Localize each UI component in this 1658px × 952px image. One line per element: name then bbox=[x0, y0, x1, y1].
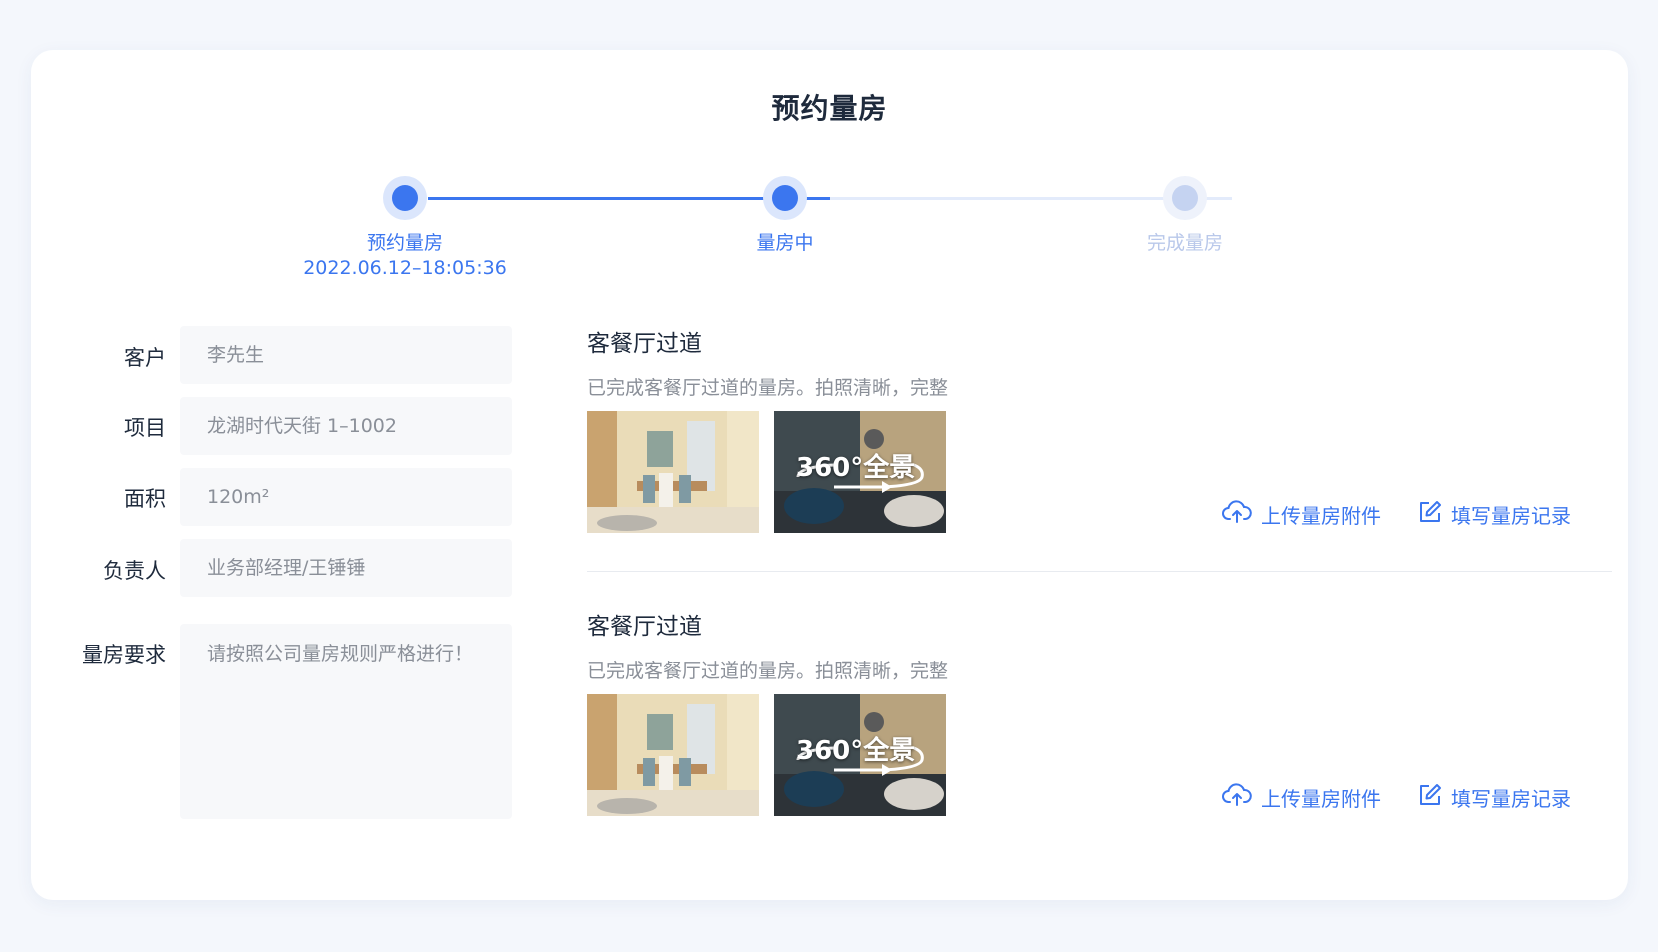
upload-attachment-label: 上传量房附件 bbox=[1261, 504, 1381, 528]
owner-label: 负责人 bbox=[103, 559, 166, 583]
step-1-time: 2022.06.12–18:05:36 bbox=[303, 257, 507, 279]
record-title: 客餐厅过道 bbox=[587, 331, 702, 357]
upload-attachment-button[interactable]: 上传量房附件 bbox=[1222, 500, 1381, 529]
step-1-label: 预约量房 bbox=[366, 232, 443, 254]
panorama-label: 360°全景 bbox=[796, 736, 916, 766]
record-title: 客餐厅过道 bbox=[587, 614, 702, 640]
area-field[interactable]: 120m² bbox=[180, 468, 512, 526]
panorama-label: 360°全景 bbox=[796, 453, 916, 483]
cloud-upload-icon bbox=[1222, 500, 1261, 529]
fill-record-button[interactable]: 填写量房记录 bbox=[1418, 500, 1571, 529]
area-label: 面积 bbox=[124, 487, 166, 511]
project-field[interactable]: 龙湖时代天街 1–1002 bbox=[180, 397, 512, 455]
upload-attachment-label: 上传量房附件 bbox=[1261, 787, 1381, 811]
edit-icon bbox=[1418, 783, 1451, 812]
record-description: 已完成客餐厅过道的量房。拍照清晰，完整 bbox=[587, 660, 949, 682]
record-description: 已完成客餐厅过道的量房。拍照清晰，完整 bbox=[587, 377, 949, 399]
owner-field[interactable]: 业务部经理/王锤锤 bbox=[180, 539, 512, 597]
step-2-label: 量房中 bbox=[756, 232, 814, 254]
fill-record-label: 填写量房记录 bbox=[1451, 504, 1571, 528]
project-label: 项目 bbox=[124, 416, 166, 440]
panorama-360-thumbnail[interactable]: 360°全景 bbox=[774, 411, 946, 533]
customer-field[interactable]: 李先生 bbox=[180, 326, 512, 384]
edit-icon bbox=[1418, 500, 1451, 529]
customer-label: 客户 bbox=[124, 346, 166, 370]
fill-record-button[interactable]: 填写量房记录 bbox=[1418, 783, 1571, 812]
record-divider bbox=[587, 571, 1612, 572]
fill-record-label: 填写量房记录 bbox=[1451, 787, 1571, 811]
panorama-360-thumbnail[interactable]: 360°全景 bbox=[774, 694, 946, 816]
step-3-dot bbox=[1163, 176, 1207, 220]
room-photo-thumbnail[interactable] bbox=[587, 694, 759, 816]
upload-attachment-button[interactable]: 上传量房附件 bbox=[1222, 783, 1381, 812]
requirement-textarea[interactable]: 请按照公司量房规则严格进行！ bbox=[180, 624, 512, 819]
step-2-dot bbox=[763, 176, 807, 220]
step-3-label: 完成量房 bbox=[1146, 232, 1223, 254]
room-photo-thumbnail[interactable] bbox=[587, 411, 759, 533]
step-1-dot bbox=[383, 176, 427, 220]
requirement-label: 量房要求 bbox=[82, 643, 166, 667]
measure-card: 预约量房 预约量房 2022.06.12–18:05:36 量房中 完成量房 客… bbox=[31, 50, 1628, 900]
page-title: 预约量房 bbox=[771, 92, 888, 125]
cloud-upload-icon bbox=[1222, 783, 1261, 812]
